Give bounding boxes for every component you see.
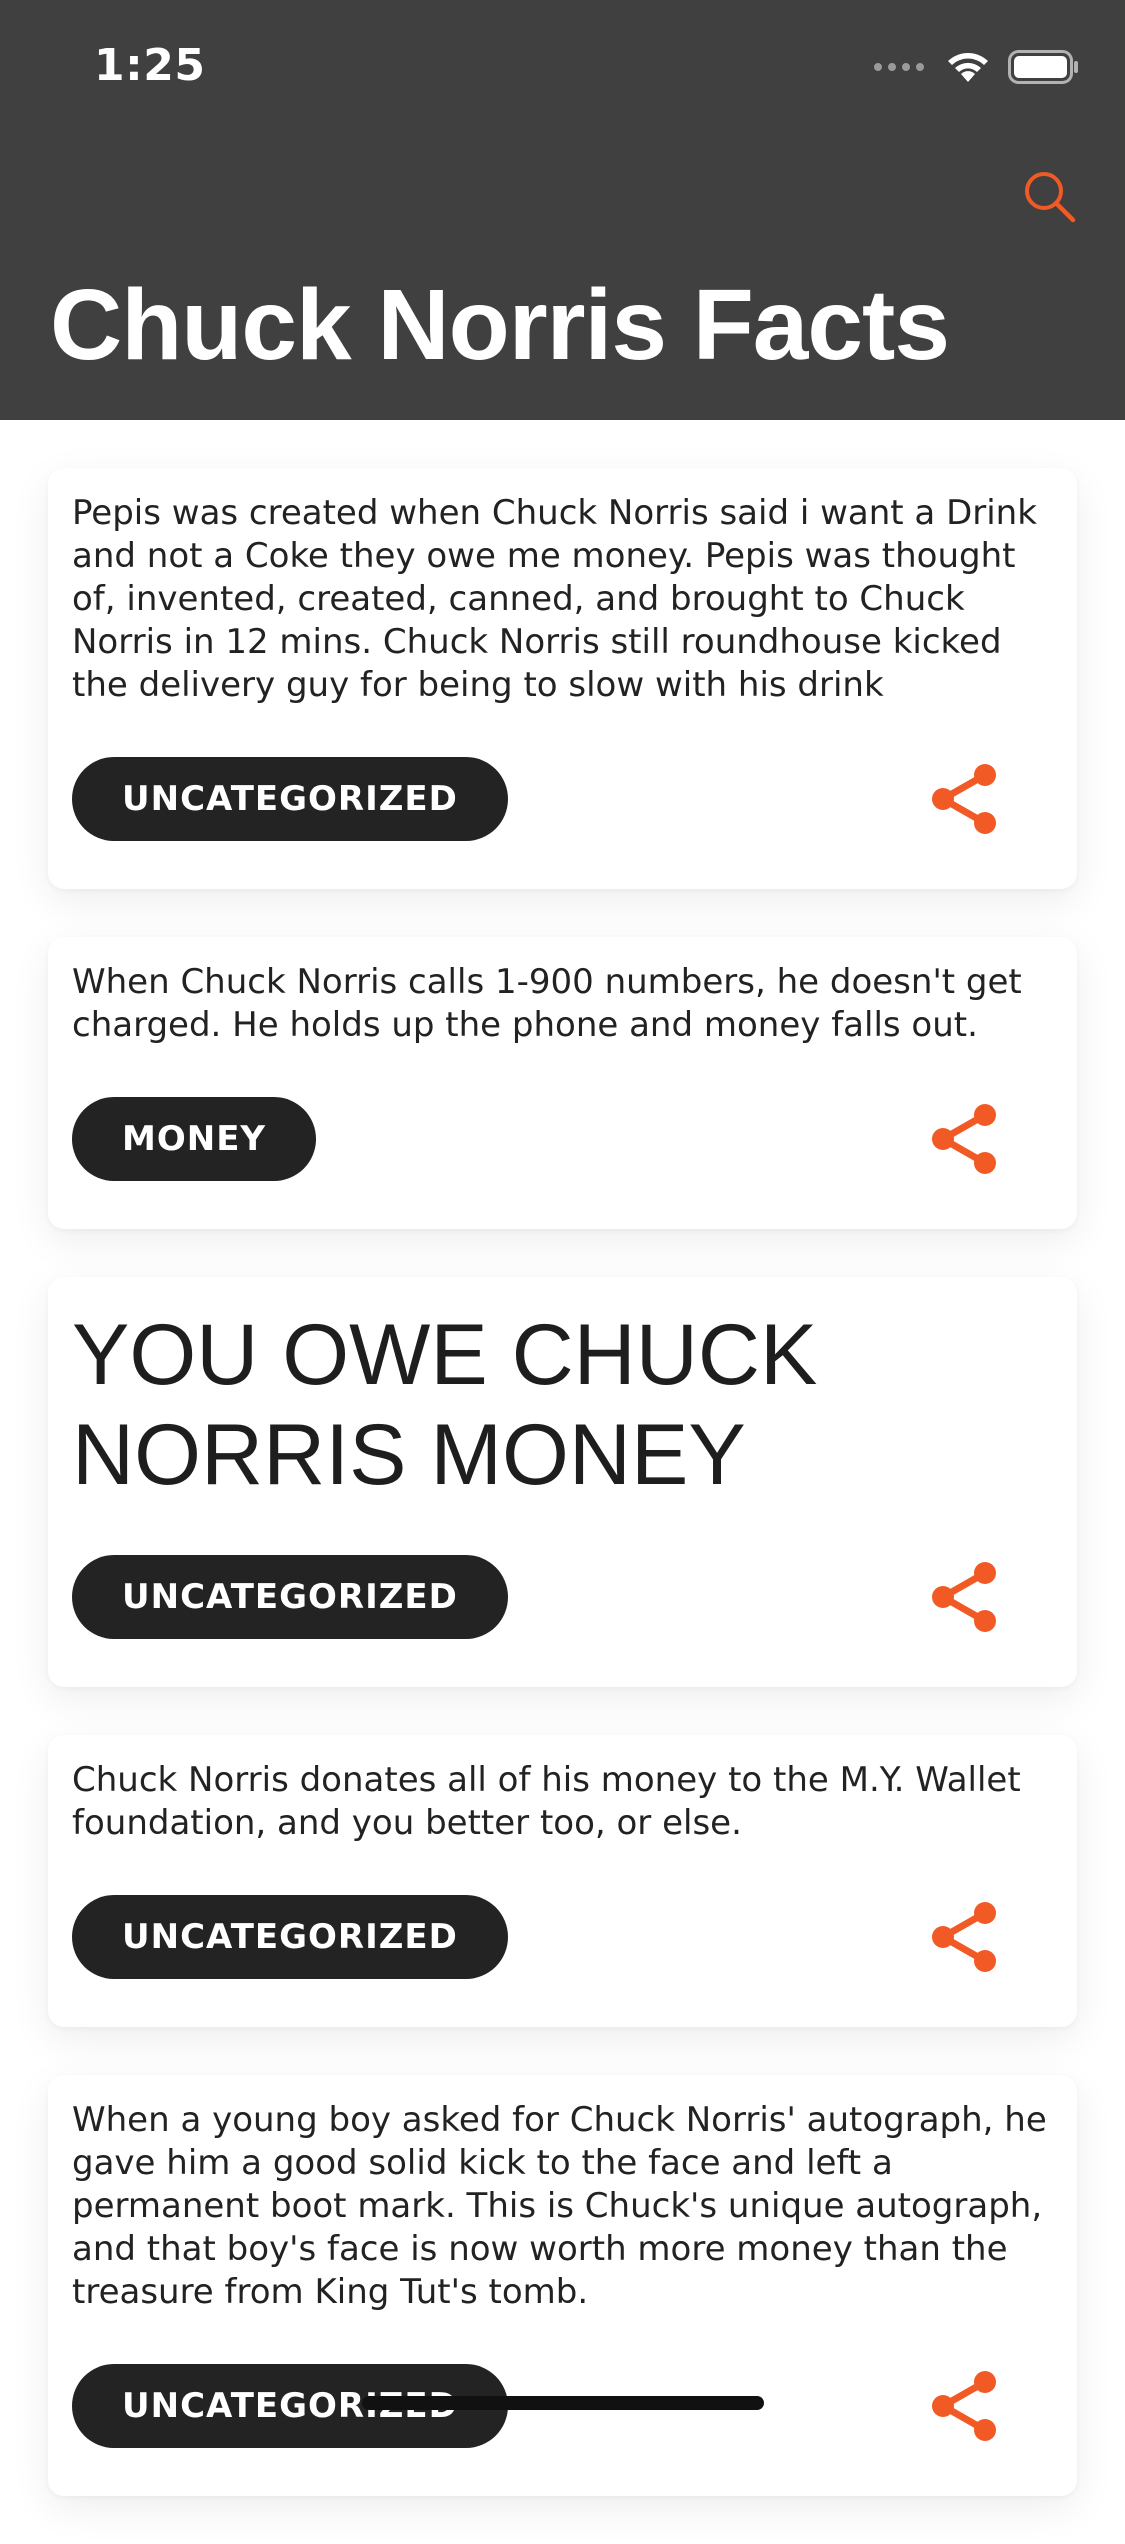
- fact-card[interactable]: When a young boy asked for Chuck Norris'…: [48, 2075, 1077, 2496]
- category-tag[interactable]: UNCATEGORIZED: [72, 757, 508, 841]
- search-icon: [1025, 172, 1076, 223]
- fact-card-footer: MONEY: [72, 1097, 1053, 1181]
- fact-card[interactable]: Chuck Norris donates all of his money to…: [48, 1735, 1077, 2027]
- fact-card[interactable]: YOU OWE CHUCK NORRIS MONEY UNCATEGORIZED: [48, 1277, 1077, 1687]
- fact-text: YOU OWE CHUCK NORRIS MONEY: [72, 1307, 818, 1503]
- wifi-icon: [948, 53, 988, 82]
- share-icon[interactable]: [925, 1557, 1005, 1637]
- status-time: 1:25: [94, 40, 206, 91]
- fact-text: When Chuck Norris calls 1-900 numbers, h…: [72, 962, 1022, 1045]
- app-header: 1:25 Chuck Norris Facts: [0, 0, 1125, 420]
- status-icons: [874, 50, 1080, 84]
- fact-card-footer: UNCATEGORIZED: [72, 757, 1053, 841]
- category-tag[interactable]: UNCATEGORIZED: [72, 1555, 508, 1639]
- search-button[interactable]: [1023, 170, 1077, 224]
- facts-list: Pepis was created when Chuck Norris said…: [48, 468, 1077, 2544]
- fact-card[interactable]: Pepis was created when Chuck Norris said…: [48, 468, 1077, 889]
- fact-card[interactable]: When Chuck Norris calls 1-900 numbers, h…: [48, 937, 1077, 1229]
- status-bar: 1:25: [0, 0, 1125, 132]
- fact-text: Pepis was created when Chuck Norris said…: [72, 493, 1037, 705]
- category-tag[interactable]: UNCATEGORIZED: [72, 1895, 508, 1979]
- share-icon[interactable]: [925, 1099, 1005, 1179]
- fact-text: Chuck Norris donates all of his money to…: [72, 1760, 1021, 1843]
- share-icon[interactable]: [925, 1897, 1005, 1977]
- category-tag[interactable]: MONEY: [72, 1097, 317, 1181]
- fact-text: When a young boy asked for Chuck Norris'…: [72, 2100, 1047, 2312]
- share-icon[interactable]: [925, 2366, 1005, 2446]
- battery-icon: [1008, 50, 1078, 84]
- cellular-signal-icon: [874, 63, 924, 71]
- share-icon[interactable]: [925, 759, 1005, 839]
- page-title: Chuck Norris Facts: [50, 269, 950, 381]
- fact-card-footer: UNCATEGORIZED: [72, 1895, 1053, 1979]
- home-indicator[interactable]: [362, 2396, 764, 2410]
- fact-card-footer: UNCATEGORIZED: [72, 1555, 1053, 1639]
